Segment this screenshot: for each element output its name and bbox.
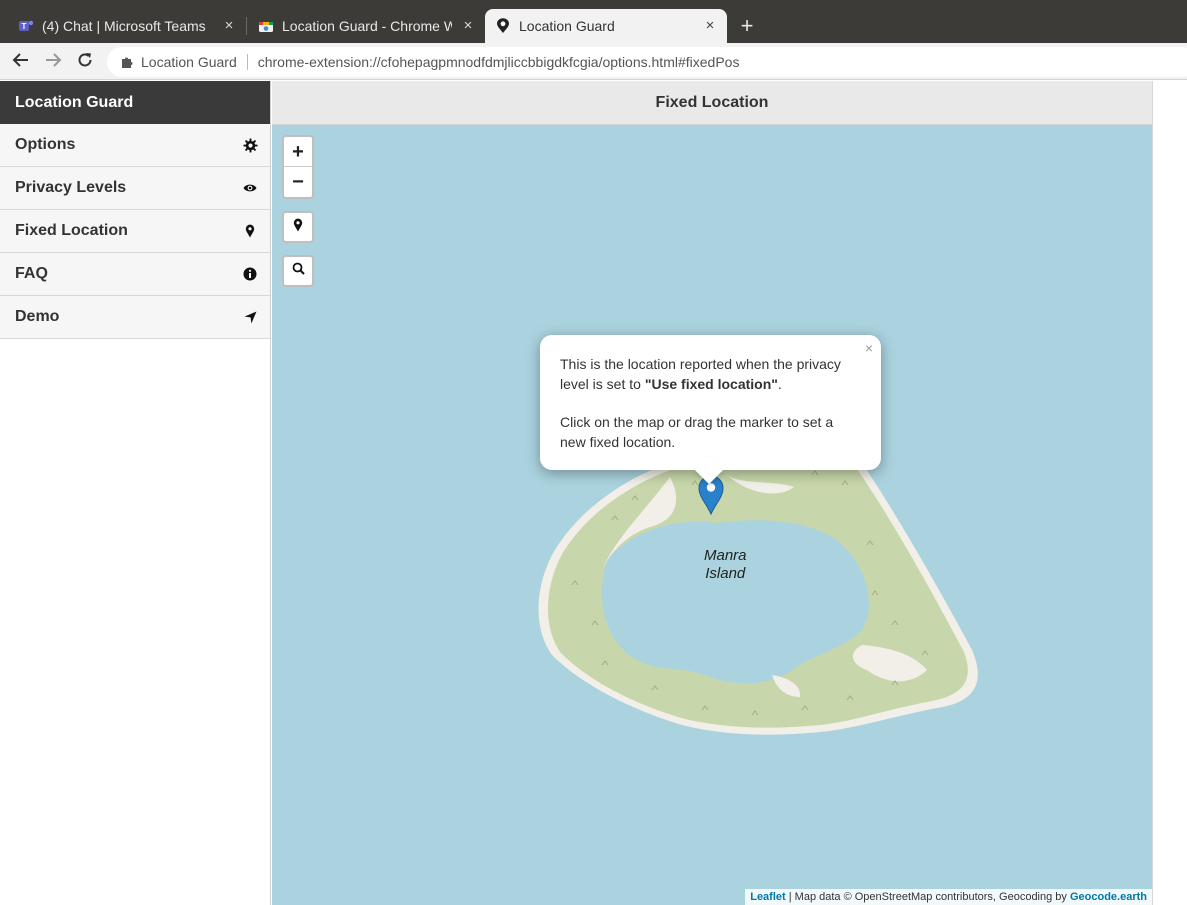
svg-text:T: T bbox=[22, 22, 27, 31]
popup-text-2: Click on the map or drag the marker to s… bbox=[560, 414, 834, 450]
location-guard-icon bbox=[495, 18, 511, 34]
location-arrow-icon bbox=[242, 309, 258, 325]
island-label-line1: Manra bbox=[704, 547, 747, 564]
url-separator bbox=[246, 54, 248, 70]
tab-location-guard[interactable]: Location Guard × bbox=[485, 9, 727, 43]
sidebar-item-label: Demo bbox=[15, 308, 60, 325]
zoom-out-button[interactable]: − bbox=[284, 167, 312, 197]
eye-icon bbox=[242, 180, 258, 196]
chrome-web-store-icon bbox=[258, 18, 274, 34]
zoom-in-button[interactable]: + bbox=[284, 137, 312, 167]
forward-button[interactable] bbox=[41, 50, 65, 74]
close-tab-icon[interactable]: × bbox=[701, 17, 719, 35]
popup-text-1: This is the location reported when the p… bbox=[560, 354, 861, 394]
search-button[interactable] bbox=[282, 255, 314, 287]
tab-title: Location Guard - Chrome Web Store bbox=[282, 18, 452, 34]
leaflet-link[interactable]: Leaflet bbox=[750, 891, 785, 903]
teams-icon: T bbox=[18, 18, 34, 34]
sidebar-item-label: FAQ bbox=[15, 265, 48, 282]
map-view[interactable]: Manra Island × This is the location repo… bbox=[272, 125, 1152, 905]
info-icon bbox=[242, 266, 258, 282]
forward-arrow-icon bbox=[44, 51, 62, 74]
browser-tab-strip: T (4) Chat | Microsoft Teams × Location … bbox=[0, 0, 1187, 43]
close-tab-icon[interactable]: × bbox=[459, 17, 477, 35]
popup-close-button[interactable]: × bbox=[865, 338, 873, 358]
back-button[interactable] bbox=[9, 50, 33, 74]
attribution-text: | Map data © OpenStreetMap contributors,… bbox=[785, 891, 1070, 903]
new-tab-button[interactable]: + bbox=[735, 14, 759, 38]
marker-popup: × This is the location reported when the… bbox=[540, 335, 881, 485]
sidebar-item-privacy-levels[interactable]: Privacy Levels bbox=[0, 167, 270, 210]
tab-chrome-web-store[interactable]: Location Guard - Chrome Web Store × bbox=[248, 9, 485, 43]
map-pin-icon bbox=[242, 223, 258, 239]
gear-icon bbox=[242, 137, 258, 153]
tab-title: (4) Chat | Microsoft Teams bbox=[42, 18, 206, 34]
extension-puzzle-icon bbox=[119, 54, 135, 70]
popup-line1-suffix: . bbox=[777, 376, 782, 392]
browser-toolbar: Location Guard chrome-extension://cfohep… bbox=[0, 43, 1187, 80]
sidebar: Location Guard Options Privacy Levels Fi… bbox=[0, 81, 271, 905]
popup-line1-bold: "Use fixed location" bbox=[644, 376, 778, 392]
sidebar-title: Location Guard bbox=[0, 81, 270, 124]
sidebar-item-fixed-location[interactable]: Fixed Location bbox=[0, 210, 270, 253]
locate-button[interactable] bbox=[282, 211, 314, 243]
reload-icon bbox=[76, 51, 94, 74]
page-right-gutter bbox=[1152, 81, 1187, 905]
tab-teams[interactable]: T (4) Chat | Microsoft Teams × bbox=[8, 9, 246, 43]
tab-title: Location Guard bbox=[519, 18, 615, 34]
sidebar-item-label: Options bbox=[15, 136, 76, 153]
island-label-line2: Island bbox=[705, 565, 746, 582]
close-tab-icon[interactable]: × bbox=[220, 17, 238, 35]
sidebar-item-label: Privacy Levels bbox=[15, 179, 127, 196]
zoom-control: + − bbox=[282, 135, 314, 199]
sidebar-item-demo[interactable]: Demo bbox=[0, 296, 270, 339]
extension-options-page: Location Guard Options Privacy Levels Fi… bbox=[0, 81, 1187, 905]
sidebar-item-label: Fixed Location bbox=[15, 222, 128, 239]
page-title: Fixed Location bbox=[272, 81, 1152, 125]
main-panel: Fixed Location Manra Island × This is th… bbox=[272, 81, 1152, 905]
island-label: Manra Island bbox=[704, 547, 747, 583]
tab-separator bbox=[246, 17, 247, 35]
sidebar-item-faq[interactable]: FAQ bbox=[0, 253, 270, 296]
search-icon bbox=[292, 262, 305, 280]
url-origin: Location Guard bbox=[141, 54, 237, 70]
url-text[interactable]: chrome-extension://cfohepagpmnodfdmjlicc… bbox=[258, 54, 740, 70]
reload-button[interactable] bbox=[73, 50, 97, 74]
back-arrow-icon bbox=[12, 51, 30, 74]
map-pin-icon bbox=[293, 218, 303, 237]
map-attribution: Leaflet | Map data © OpenStreetMap contr… bbox=[745, 889, 1152, 905]
address-bar[interactable]: Location Guard chrome-extension://cfohep… bbox=[107, 47, 1187, 77]
geocode-earth-link[interactable]: Geocode.earth bbox=[1070, 891, 1147, 903]
sidebar-item-options[interactable]: Options bbox=[0, 124, 270, 167]
